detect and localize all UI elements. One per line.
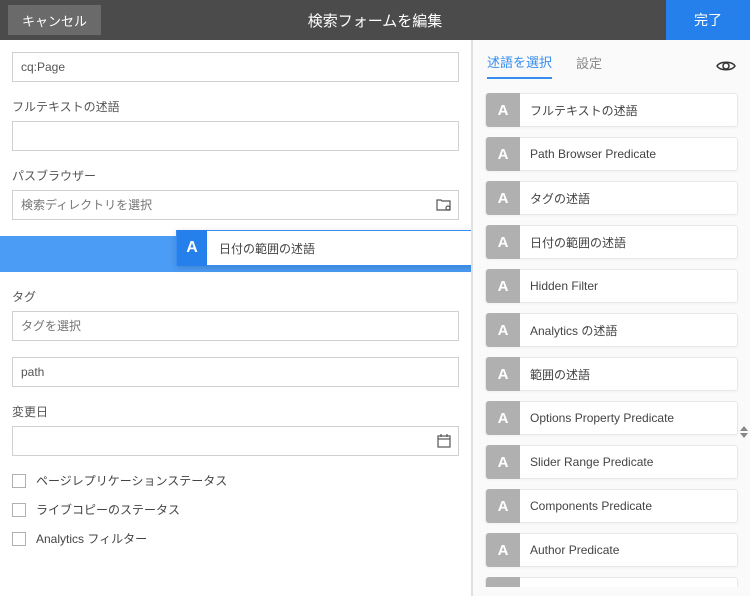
folder-icon[interactable] [435, 196, 453, 214]
predicate-label: Slider Range Predicate [520, 455, 653, 469]
predicate-label: Path Browser Predicate [520, 147, 656, 161]
checkbox-icon [12, 474, 26, 488]
predicate-item[interactable]: APath Browser Predicate [485, 137, 738, 171]
drag-handle-icon: A [177, 230, 207, 266]
predicate-item[interactable]: A日付の範囲の述語 [485, 225, 738, 259]
predicate-label: Analytics の述語 [520, 322, 617, 339]
preview-icon[interactable] [716, 59, 736, 73]
path-input[interactable] [12, 357, 459, 387]
calendar-icon[interactable] [435, 432, 453, 450]
drop-target[interactable]: A 日付の範囲の述語 [0, 236, 471, 272]
dragging-predicate[interactable]: A 日付の範囲の述語 [176, 230, 472, 266]
arrow-down-icon[interactable] [740, 433, 748, 438]
drag-handle-icon: A [486, 445, 520, 479]
predicate-label: Options Property Predicate [520, 411, 674, 425]
predicate-label: 範囲の述語 [520, 366, 590, 383]
dialog-body: フルテキストの述語 パスブラウザー A 日付の範囲の述語 タグ 変更日 [0, 40, 750, 596]
checkbox-label: Analytics フィルター [36, 530, 147, 547]
drag-handle-icon: A [486, 577, 520, 587]
predicate-label: フルテキストの述語 [520, 102, 638, 119]
panel-tabs: 述語を選択 設定 [473, 40, 750, 87]
form-canvas[interactable]: フルテキストの述語 パスブラウザー A 日付の範囲の述語 タグ 変更日 [0, 40, 472, 596]
modified-label: 変更日 [12, 403, 459, 420]
dialog-header: キャンセル 検索フォームを編集 完了 [0, 0, 750, 40]
predicate-item[interactable]: AAuthor Predicate [485, 533, 738, 567]
dragging-label: 日付の範囲の述語 [207, 240, 315, 257]
predicate-item[interactable]: AOptions Property Predicate [485, 401, 738, 435]
predicate-list[interactable]: Aフルテキストの述語 APath Browser Predicate Aタグの述… [473, 87, 750, 587]
drag-handle-icon: A [486, 93, 520, 127]
tab-settings[interactable]: 設定 [576, 53, 602, 78]
cancel-button[interactable]: キャンセル [8, 5, 101, 35]
predicate-item[interactable]: AComponents Predicate [485, 489, 738, 523]
fulltext-input[interactable] [12, 121, 459, 151]
drag-handle-icon: A [486, 181, 520, 215]
checkbox-analytics[interactable]: Analytics フィルター [12, 530, 459, 547]
checkbox-livecopy[interactable]: ライブコピーのステータス [12, 501, 459, 518]
page-type-input[interactable] [12, 52, 459, 82]
tag-input[interactable] [12, 311, 459, 341]
checkbox-page-replication[interactable]: ページレプリケーションステータス [12, 472, 459, 489]
predicate-item[interactable]: Aタグの述語 [485, 181, 738, 215]
checkbox-label: ページレプリケーションステータス [36, 472, 227, 489]
predicate-item[interactable]: A範囲の述語 [485, 357, 738, 391]
drag-handle-icon: A [486, 533, 520, 567]
predicate-label: 日付の範囲の述語 [520, 234, 626, 251]
predicate-item[interactable]: AAnalytics の述語 [485, 313, 738, 347]
predicate-label: タグの述語 [520, 190, 590, 207]
predicate-item[interactable]: Aフルテキストの述語 [485, 93, 738, 127]
predicate-item[interactable]: ASlider Range Predicate [485, 445, 738, 479]
drag-handle-icon: A [486, 357, 520, 391]
done-button[interactable]: 完了 [666, 0, 750, 40]
predicate-item[interactable]: AHidden Filter [485, 269, 738, 303]
checkbox-icon [12, 503, 26, 517]
checkbox-label: ライブコピーのステータス [36, 501, 180, 518]
drag-handle-icon: A [486, 225, 520, 259]
tab-select-predicate[interactable]: 述語を選択 [487, 52, 552, 79]
pathbrowser-label: パスブラウザー [12, 167, 459, 184]
drag-handle-icon: A [486, 137, 520, 171]
pathbrowser-input[interactable] [12, 190, 459, 220]
drag-handle-icon: A [486, 313, 520, 347]
tag-label: タグ [12, 288, 459, 305]
predicate-label: Author Predicate [520, 543, 619, 557]
predicate-panel: 述語を選択 設定 Aフルテキストの述語 APath Browser Predic… [472, 40, 750, 596]
drag-handle-icon: A [486, 401, 520, 435]
drag-handle-icon: A [486, 489, 520, 523]
predicate-label: Components Predicate [520, 499, 652, 513]
arrow-up-icon[interactable] [740, 426, 748, 431]
modified-date-input[interactable] [12, 426, 459, 456]
drag-handle-icon: A [486, 269, 520, 303]
checkbox-icon [12, 532, 26, 546]
scroll-arrows[interactable] [740, 426, 748, 438]
predicate-item[interactable]: ATemplates Predicate [485, 577, 738, 587]
predicate-label: Hidden Filter [520, 279, 598, 293]
fulltext-label: フルテキストの述語 [12, 98, 459, 115]
dialog-title: 検索フォームを編集 [308, 10, 443, 31]
